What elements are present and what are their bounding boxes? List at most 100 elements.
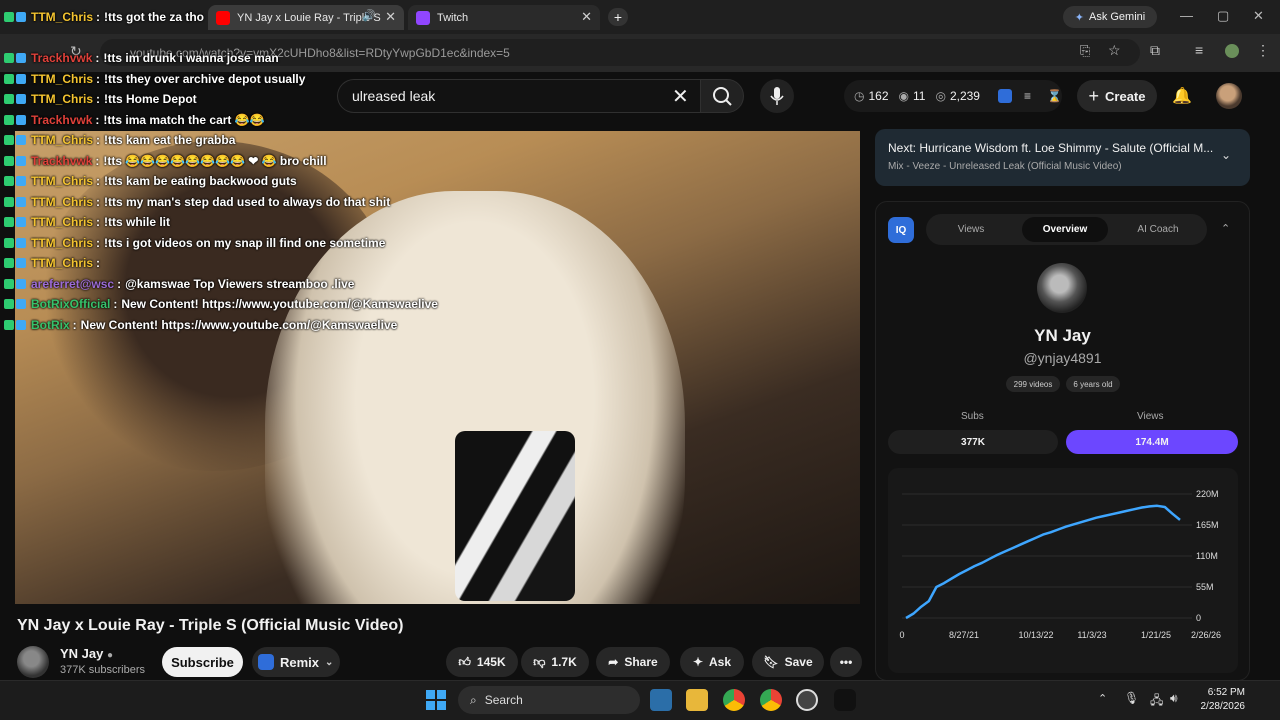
chat-username[interactable]: Trackhvwk <box>31 113 92 127</box>
chat-username[interactable]: Trackhvwk <box>31 51 92 65</box>
save-label: Save <box>784 655 813 669</box>
notifications-bell-icon[interactable]: 🔔 <box>1172 86 1192 106</box>
close-tab-icon[interactable]: ✕ <box>581 9 592 25</box>
subs-value[interactable]: 377K <box>888 430 1058 454</box>
chat-username[interactable]: TTM_Chris <box>31 133 93 147</box>
volume-icon[interactable]: 🔊︎ <box>1170 691 1178 706</box>
account-avatar[interactable] <box>1216 83 1242 109</box>
video-count-chip: 299 videos <box>1006 376 1060 392</box>
chat-username[interactable]: BotRix <box>31 318 70 332</box>
chat-text: !tts im drunk i wanna jose man <box>103 51 279 65</box>
x-tick-label: 1/21/25 <box>1141 630 1171 640</box>
y-tick-label: 165M <box>1196 520 1219 530</box>
chat-separator: : <box>117 276 122 291</box>
ask-button[interactable]: ✦ Ask <box>680 647 744 677</box>
panel-channel-handle: @ynjay4891 <box>1023 350 1102 366</box>
save-button[interactable]: 🔖︎ Save <box>752 647 824 677</box>
more-actions-button[interactable]: ••• <box>830 647 862 677</box>
chat-text: !tts 😂😂😂😂😂😂😂😂 ❤ 😂 bro chill <box>103 153 327 168</box>
stat-c: 2,239 <box>949 89 980 103</box>
taskbar-search[interactable]: ⌕ Search <box>458 686 640 714</box>
chat-username[interactable]: TTM_Chris <box>31 215 93 229</box>
chat-username[interactable]: areferret@wsc <box>31 277 114 291</box>
chevron-down-icon[interactable]: ⌄ <box>1221 148 1231 162</box>
extensions-icon[interactable]: ⧉ <box>1150 42 1160 59</box>
chat-separator: : <box>96 256 101 270</box>
obs-icon[interactable] <box>796 689 818 711</box>
panel-channel-name: YN Jay <box>1034 326 1091 345</box>
chat-username[interactable]: Trackhvwk <box>31 154 92 168</box>
chat-message: TTM_Chris: !tts my man's step dad used to… <box>4 193 390 211</box>
chrome-profile-icon[interactable] <box>760 689 782 711</box>
tab-label: Twitch <box>437 11 469 24</box>
chat-text: !tts ima match the cart 😂😂 <box>103 112 265 127</box>
profile-icon[interactable] <box>1225 44 1239 58</box>
twitch-icon <box>416 10 430 25</box>
speaker-icon[interactable]: 🔊 <box>362 9 376 22</box>
clear-search-icon[interactable]: ✕ <box>672 84 689 109</box>
ask-gemini-button[interactable]: ✦ Ask Gemini <box>1063 6 1157 28</box>
store-icon[interactable] <box>650 689 672 711</box>
clock-time[interactable]: 6:52 PM <box>1195 687 1245 698</box>
tab-youtube[interactable]: YN Jay x Louie Ray - Triple S 🔊 ✕ <box>208 5 404 30</box>
search-button[interactable] <box>700 79 744 113</box>
close-window-icon[interactable]: ✕ <box>1253 8 1264 24</box>
chat-username[interactable]: TTM_Chris <box>31 195 93 209</box>
chevron-up-icon[interactable]: ⌃ <box>1221 222 1230 235</box>
chat-username[interactable]: TTM_Chris <box>31 256 93 270</box>
dislike-button[interactable]: 👎︎ 1.7K <box>521 647 589 677</box>
more-menu-icon[interactable]: ⋮ <box>1256 42 1270 59</box>
chat-badge-icon <box>4 135 14 145</box>
eye-icon: ◎ <box>935 89 946 103</box>
network-icon[interactable]: 🖧 <box>1150 691 1163 712</box>
chrome-icon[interactable] <box>723 689 745 711</box>
chevron-up-icon[interactable]: ⌃ <box>1098 692 1107 705</box>
chat-text: @kamswae Top Viewers streamboo .live <box>125 276 355 291</box>
chat-separator: : <box>96 71 101 86</box>
clock-date[interactable]: 2/28/2026 <box>1185 701 1246 712</box>
tab-views[interactable]: Views <box>930 217 1012 242</box>
create-button[interactable]: + Create <box>1077 80 1157 112</box>
tab-ai-coach[interactable]: AI Coach <box>1118 217 1198 242</box>
chat-username[interactable]: TTM_Chris <box>31 236 93 250</box>
tiktok-icon[interactable] <box>834 689 856 711</box>
views-value[interactable]: 174.4M <box>1066 430 1238 454</box>
tab-overview[interactable]: Overview <box>1022 217 1108 242</box>
remix-button[interactable]: Remix ⌄ <box>252 647 340 677</box>
chat-username[interactable]: TTM_Chris <box>31 72 93 86</box>
chat-badge-icon <box>4 319 14 330</box>
maximize-icon[interactable]: ▢ <box>1217 8 1229 24</box>
extension-stats-bar[interactable]: ◷ 162 ◉ 11 ◎ 2,239 ≡ ⌛ <box>844 80 1062 112</box>
channel-name-text: YN Jay <box>60 646 104 661</box>
chat-text: New Content! https://www.youtube.com/@Ka… <box>80 317 398 332</box>
cast-icon[interactable]: ⎘ <box>1080 43 1090 59</box>
minimize-icon[interactable]: — <box>1180 8 1193 23</box>
youtube-icon <box>216 10 230 25</box>
like-button[interactable]: 👍︎ 145K <box>446 647 518 677</box>
views-label: Views <box>1137 411 1164 422</box>
close-tab-icon[interactable]: ✕ <box>385 9 396 25</box>
channel-avatar[interactable] <box>17 646 49 678</box>
chat-username[interactable]: TTM_Chris <box>31 92 93 106</box>
ask-label: Ask <box>709 655 732 669</box>
chat-separator: : <box>95 112 100 127</box>
microphone-icon[interactable]: 🎙︎ <box>1124 691 1139 705</box>
chat-username[interactable]: TTM_Chris <box>31 174 93 188</box>
microphone-icon <box>770 87 784 105</box>
voice-search-button[interactable] <box>760 79 794 113</box>
file-explorer-icon[interactable] <box>686 689 708 711</box>
chat-username[interactable]: TTM_Chris <box>31 10 93 24</box>
media-icon[interactable]: ≡ <box>1195 42 1203 58</box>
platform-badge-icon <box>16 94 26 104</box>
share-button[interactable]: ➦ Share <box>596 647 670 677</box>
chat-separator: : <box>96 215 101 229</box>
share-label: Share <box>624 655 658 669</box>
chat-username[interactable]: BotRixOfficial <box>31 297 110 311</box>
tab-twitch[interactable]: Twitch ✕ <box>408 5 600 30</box>
bookmark-star-icon[interactable]: ☆ <box>1108 42 1121 59</box>
windows-start-icon[interactable] <box>426 690 446 710</box>
channel-name[interactable]: YN Jay ● <box>60 646 113 661</box>
new-tab-button[interactable]: + <box>608 8 628 26</box>
subscribe-button[interactable]: Subscribe <box>162 647 243 677</box>
next-up-card[interactable] <box>875 129 1250 186</box>
